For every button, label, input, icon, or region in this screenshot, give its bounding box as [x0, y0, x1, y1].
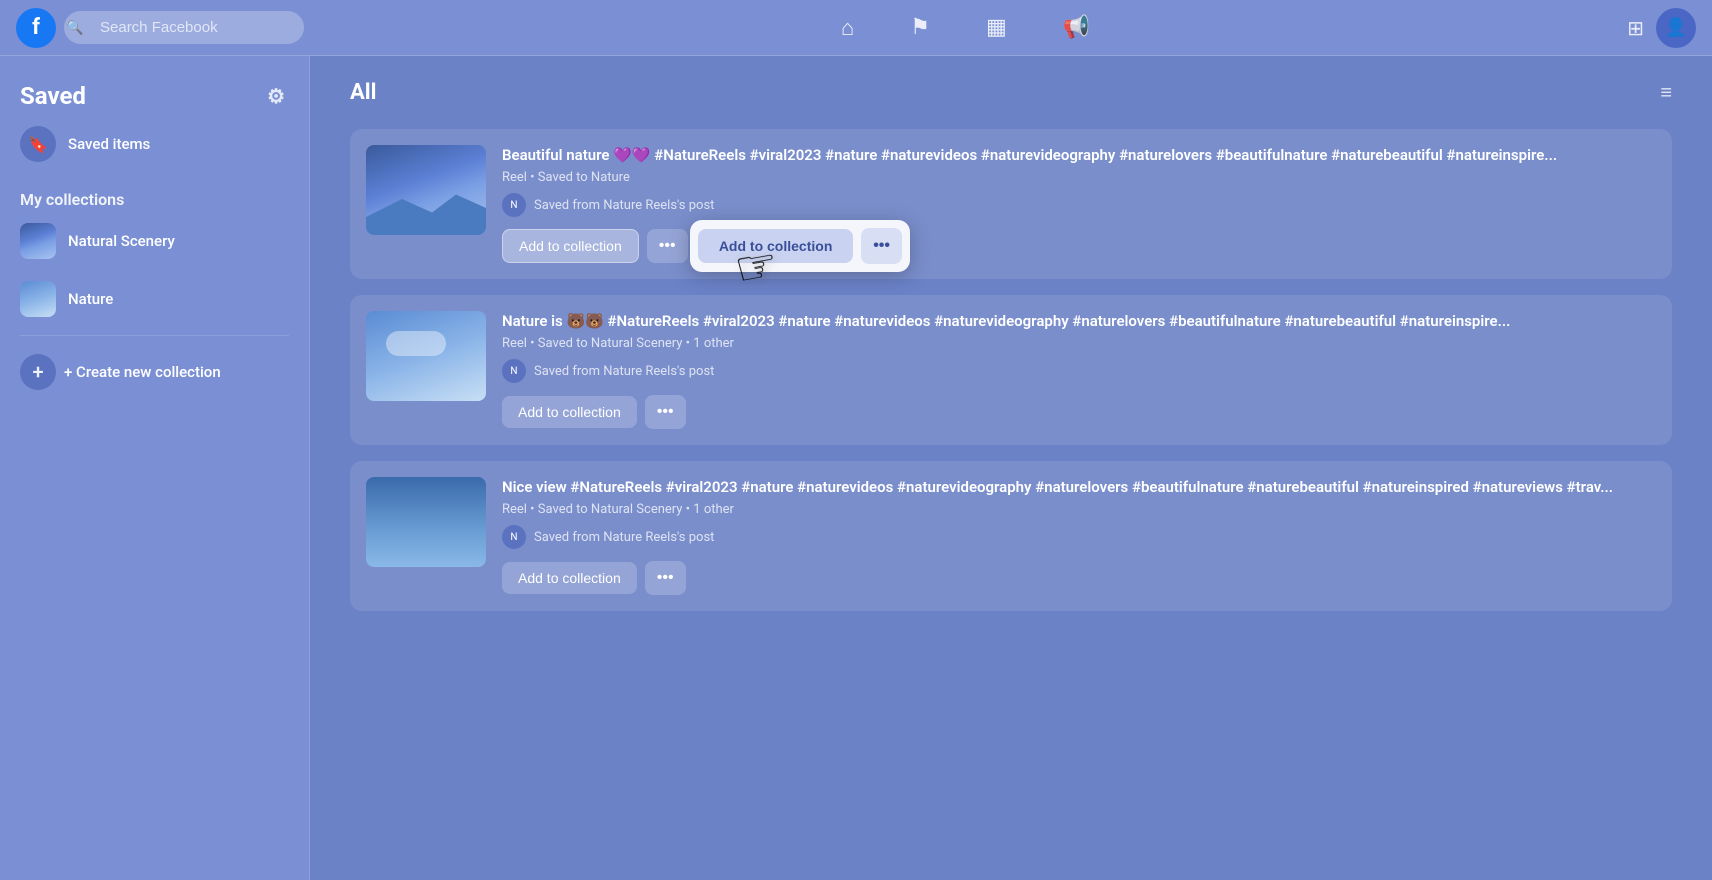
create-new-collection-button[interactable]: + + Create new collection: [8, 344, 301, 400]
nav-right-actions: ⊞ 👤: [1627, 8, 1696, 48]
item-2-source-row: N Saved from Nature Reels's post: [502, 359, 1656, 383]
item-1-source-row: N Saved from Nature Reels's post: [502, 193, 1656, 217]
home-nav-button[interactable]: ⌂: [833, 7, 862, 49]
popup-add-collection-button[interactable]: Add to collection: [698, 229, 853, 263]
item-2-meta: Reel • Saved to Natural Scenery • 1 othe…: [502, 336, 1656, 351]
natural-scenery-label: Natural Scenery: [68, 232, 175, 250]
settings-gear-icon[interactable]: ⚙: [263, 80, 289, 112]
content-header: All ≡: [350, 80, 1672, 105]
natural-scenery-collection-icon: [20, 223, 56, 259]
saved-item: Nature is 🐻🐻 #NatureReels #viral2023 #na…: [350, 295, 1672, 445]
item-3-title: Nice view #NatureReels #viral2023 #natur…: [502, 477, 1656, 498]
facebook-logo[interactable]: f: [16, 8, 56, 48]
item-3-actions: Add to collection •••: [502, 561, 1656, 595]
my-collections-section-title: My collections: [8, 180, 301, 213]
chart-nav-button[interactable]: ▦: [978, 7, 1015, 48]
top-navigation: f 🔍 ⌂ ⚑ ▦ 📢 ⊞ 👤: [0, 0, 1712, 56]
item-3-thumbnail: [366, 477, 486, 567]
sidebar-title-row: Saved ⚙: [8, 72, 301, 116]
search-wrapper: 🔍: [56, 11, 304, 44]
item-1-meta: Reel • Saved to Nature: [502, 170, 1656, 185]
saved-items-label: Saved items: [68, 135, 150, 153]
item-3-more-button[interactable]: •••: [645, 561, 686, 595]
item-2-content: Nature is 🐻🐻 #NatureReels #viral2023 #na…: [502, 311, 1656, 429]
filter-icon-button[interactable]: ≡: [1660, 80, 1672, 105]
saved-items-icon: 🔖: [20, 126, 56, 162]
item-3-source-avatar: N: [502, 525, 526, 549]
item-3-meta: Reel • Saved to Natural Scenery • 1 othe…: [502, 502, 1656, 517]
sidebar-divider: [20, 335, 289, 336]
item-2-actions: Add to collection •••: [502, 395, 1656, 429]
saved-title: Saved: [20, 82, 86, 110]
item-1-title: Beautiful nature 💜💜 #NatureReels #viral2…: [502, 145, 1656, 166]
item-1-source-avatar: N: [502, 193, 526, 217]
saved-item: Beautiful nature 💜💜 #NatureReels #viral2…: [350, 129, 1672, 279]
app-layout: Saved ⚙ 🔖 Saved items My collections Nat…: [0, 0, 1712, 880]
item-3-add-collection-button[interactable]: Add to collection: [502, 562, 637, 594]
sidebar-collection-nature[interactable]: Nature: [8, 271, 301, 327]
create-collection-label: + Create new collection: [64, 363, 221, 381]
search-icon: 🔍: [66, 20, 83, 36]
saved-item: Nice view #NatureReels #viral2023 #natur…: [350, 461, 1672, 611]
item-3-source-row: N Saved from Nature Reels's post: [502, 525, 1656, 549]
user-avatar[interactable]: 👤: [1656, 8, 1696, 48]
flag-nav-button[interactable]: ⚑: [902, 7, 938, 48]
sidebar-item-saved-items[interactable]: 🔖 Saved items: [8, 116, 301, 172]
megaphone-nav-button[interactable]: 📢: [1055, 7, 1098, 48]
item-2-add-collection-button[interactable]: Add to collection: [502, 396, 637, 428]
search-input[interactable]: [64, 11, 304, 44]
add-to-collection-popup: Add to collection •••: [690, 220, 910, 272]
item-1-thumbnail: [366, 145, 486, 235]
grid-menu-button[interactable]: ⊞: [1627, 16, 1644, 40]
item-1-actions: Add to collection •••: [502, 229, 1656, 263]
create-plus-icon: +: [20, 354, 56, 390]
item-2-source-avatar: N: [502, 359, 526, 383]
sidebar-collection-natural-scenery[interactable]: Natural Scenery: [8, 213, 301, 269]
nature-label: Nature: [68, 290, 113, 308]
item-1-content: Beautiful nature 💜💜 #NatureReels #viral2…: [502, 145, 1656, 263]
sidebar: Saved ⚙ 🔖 Saved items My collections Nat…: [0, 56, 310, 880]
item-2-title: Nature is 🐻🐻 #NatureReels #viral2023 #na…: [502, 311, 1656, 332]
nature-collection-icon: [20, 281, 56, 317]
item-1-source-text: Saved from Nature Reels's post: [534, 198, 714, 213]
item-2-more-button[interactable]: •••: [645, 395, 686, 429]
nav-center-icons: ⌂ ⚑ ▦ 📢: [304, 7, 1627, 49]
item-2-thumbnail: [366, 311, 486, 401]
item-1-add-collection-button[interactable]: Add to collection: [502, 229, 639, 263]
item-2-source-text: Saved from Nature Reels's post: [534, 364, 714, 379]
item-3-content: Nice view #NatureReels #viral2023 #natur…: [502, 477, 1656, 595]
item-3-source-text: Saved from Nature Reels's post: [534, 530, 714, 545]
main-content: All ≡ Beautiful nature 💜💜 #NatureReels #…: [310, 56, 1712, 880]
item-1-more-button[interactable]: •••: [647, 229, 688, 263]
content-section-title: All: [350, 80, 376, 105]
popup-more-button[interactable]: •••: [861, 228, 902, 264]
